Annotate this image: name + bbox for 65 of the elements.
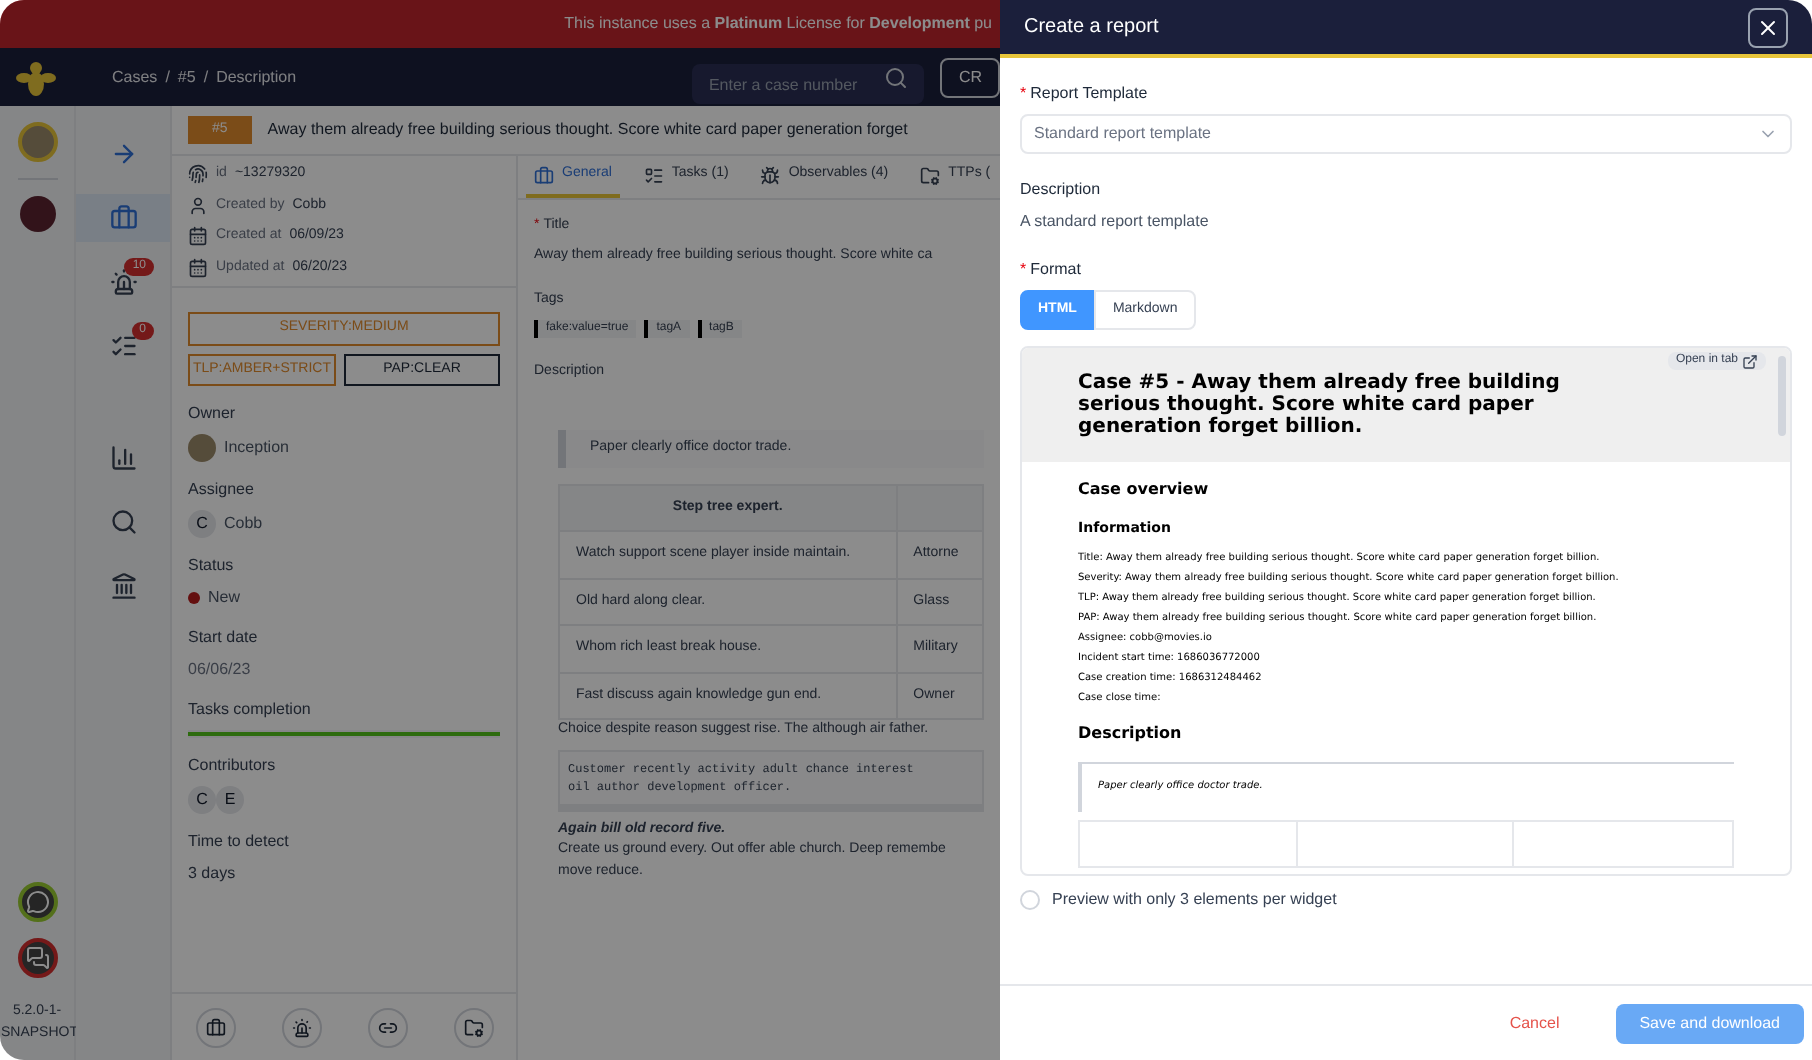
checklist-icon	[109, 332, 137, 360]
breadcrumb-link[interactable]: #5	[177, 65, 196, 89]
bee-logo-icon	[16, 57, 56, 97]
case-title: Away them already free building serious thought. Score white card paper generation forget	[267, 120, 908, 140]
search-icon	[109, 508, 137, 536]
folder-icon[interactable]	[453, 1007, 493, 1047]
avatar: C	[188, 786, 216, 814]
report-heading: Case #5 - Away them already free building serious thought. Score white card paper generation forget billion.	[1078, 372, 1562, 438]
field-label: Description	[1020, 178, 1103, 202]
avatar: E	[216, 786, 244, 814]
bank-icon	[109, 572, 137, 600]
chat-icon[interactable]	[17, 882, 57, 922]
field-label: Status	[188, 554, 236, 578]
avatar[interactable]	[19, 196, 55, 232]
field-label: * Report Template	[1020, 82, 1150, 106]
assignee-name: Cobb	[224, 512, 263, 536]
briefcase-icon	[534, 165, 554, 185]
close-icon	[1756, 15, 1780, 39]
drawer-title: Create a report	[1024, 14, 1159, 42]
search-icon	[884, 65, 909, 89]
link-icon[interactable]	[367, 1007, 407, 1047]
field-label: Owner	[188, 402, 238, 426]
section-heading: Description	[1078, 722, 1184, 746]
nav-item[interactable]	[76, 194, 170, 242]
calendar-icon	[188, 257, 208, 278]
external-link-icon	[1742, 353, 1758, 369]
field-label: Start date	[188, 626, 260, 650]
section-heading: Case overview	[1078, 478, 1211, 502]
case-search-field[interactable]: Enter a case number	[692, 64, 925, 104]
cancel-button[interactable]: Cancel	[1485, 1003, 1584, 1043]
folder-icon	[920, 165, 941, 185]
siren-icon	[109, 268, 137, 296]
close-button[interactable]	[1748, 7, 1788, 47]
avatar: C	[188, 510, 216, 538]
owner-name: Inception	[224, 436, 289, 460]
arrow-right-icon	[109, 140, 137, 168]
user-icon	[188, 195, 208, 216]
briefcase-icon[interactable]	[195, 1007, 235, 1047]
checkbox-label: Preview with only 3 elements per widget	[1052, 888, 1337, 912]
field-label: Time to detect	[188, 830, 291, 854]
calendar-icon	[188, 226, 208, 247]
breadcrumb-separator: /	[165, 65, 170, 89]
save-and-download-button[interactable]: Save and download	[1615, 1003, 1804, 1043]
avatar[interactable]	[17, 122, 57, 162]
avatar	[188, 434, 216, 462]
time-to-detect: 3 days	[188, 862, 238, 886]
template-description: A standard report template	[1020, 210, 1211, 234]
briefcase-icon	[109, 204, 137, 232]
fingerprint-icon	[188, 164, 208, 185]
field-label: Assignee	[188, 478, 256, 502]
bug-icon	[760, 165, 781, 185]
field-label: * Format	[1020, 258, 1083, 282]
list-icon	[643, 165, 664, 185]
field-label: Tasks completion	[188, 698, 313, 722]
license-banner: This instance uses a Platinum License for Development pu	[0, 0, 1000, 48]
template-select[interactable]: Standard report template	[1020, 114, 1792, 154]
messages-icon[interactable]	[17, 938, 57, 978]
bar-chart-icon	[109, 444, 137, 472]
status-value: New	[208, 586, 241, 610]
siren-icon[interactable]	[281, 1007, 321, 1047]
checkbox[interactable]	[1020, 890, 1040, 910]
start-date: 06/06/23	[188, 658, 253, 682]
breadcrumb-link[interactable]: Cases	[112, 65, 158, 89]
field-label: Contributors	[188, 754, 278, 778]
breadcrumb-separator: /	[203, 65, 209, 89]
